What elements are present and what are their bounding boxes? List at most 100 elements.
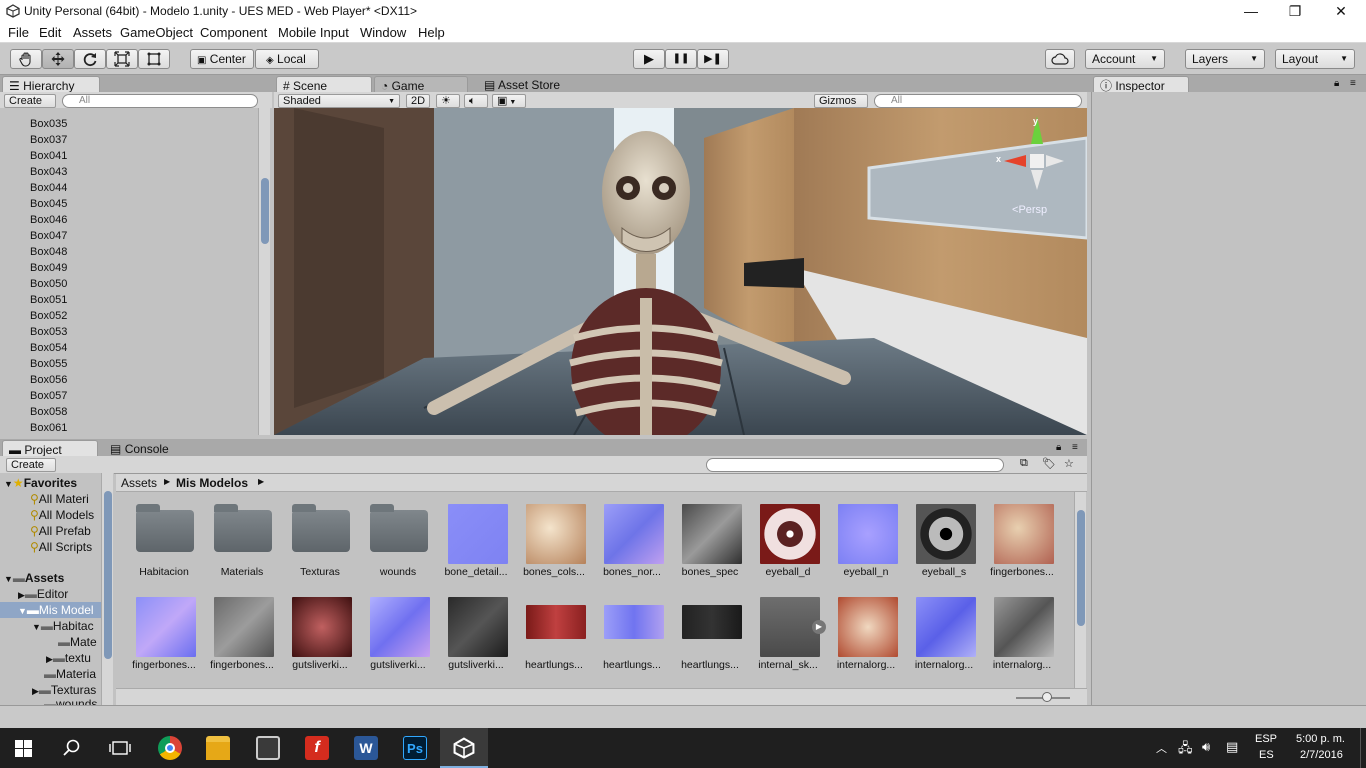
hierarchy-create-button[interactable]: Create ▼ xyxy=(4,94,56,119)
hierarchy-item[interactable]: Box044 xyxy=(30,182,67,194)
menu-gameobject[interactable]: GameObject xyxy=(120,25,193,40)
asset-texture[interactable]: heartlungs... xyxy=(598,587,664,677)
hierarchy-item[interactable]: Box048 xyxy=(30,246,67,258)
fav-all-materials[interactable]: ⚲All Materi xyxy=(30,492,89,506)
rect-tool-button[interactable] xyxy=(138,49,170,69)
hierarchy-item[interactable]: Box043 xyxy=(30,166,67,178)
effects-dropdown[interactable]: ▣ ▼ xyxy=(492,94,526,108)
play-preview-icon[interactable]: ▶ xyxy=(812,620,826,634)
hierarchy-search-input[interactable]: All xyxy=(62,94,258,108)
scene-viewport[interactable]: y x <Persp xyxy=(274,108,1087,435)
hand-tool-button[interactable] xyxy=(10,49,42,69)
asset-texture[interactable]: internalorg... xyxy=(832,587,898,677)
breadcrumb-mis-modelos[interactable]: Mis Modelos xyxy=(176,476,248,490)
asset-texture[interactable]: internalorg... xyxy=(988,587,1054,677)
clock-time[interactable]: 5:00 p. m. xyxy=(1296,733,1345,745)
fav-all-models[interactable]: ⚲All Models xyxy=(30,508,94,522)
asset-texture[interactable]: bones_spec xyxy=(676,494,742,584)
filter-label-icon[interactable]: 🏷︎ xyxy=(1042,457,1056,470)
draw-mode-dropdown[interactable]: Shaded ▼ xyxy=(278,94,400,108)
texturas-folder[interactable]: ▶▬Texturas xyxy=(32,683,96,697)
cloud-button[interactable] xyxy=(1045,49,1075,69)
hierarchy-item[interactable]: Box056 xyxy=(30,374,67,386)
hierarchy-item[interactable]: Box051 xyxy=(30,294,67,306)
windows-start-icon[interactable] xyxy=(15,740,32,757)
hierarchy-item[interactable]: Box054 xyxy=(30,342,67,354)
asset-folder[interactable]: Habitacion xyxy=(130,494,196,584)
step-button[interactable]: ▶❚ xyxy=(697,49,729,69)
fav-all-prefabs[interactable]: ⚲All Prefab xyxy=(30,524,91,538)
asset-texture[interactable]: heartlungs... xyxy=(676,587,742,677)
asset-texture[interactable]: heartlungs... xyxy=(520,587,586,677)
search-icon[interactable] xyxy=(63,739,81,757)
keyboard-layout[interactable]: ES xyxy=(1259,749,1274,761)
pause-button[interactable]: ❚❚ xyxy=(665,49,697,69)
asset-texture[interactable]: gutsliverki... xyxy=(286,587,352,677)
mis-modelos-folder[interactable]: ▼▬Mis Model xyxy=(18,603,94,617)
audio-toggle[interactable]: 🔈︎ xyxy=(464,94,488,108)
editor-folder[interactable]: ▶▬Editor xyxy=(18,587,68,601)
clock-date[interactable]: 2/7/2016 xyxy=(1300,749,1343,761)
menu-help[interactable]: Help xyxy=(418,25,445,40)
asset-texture[interactable]: fingerbones... xyxy=(208,587,274,677)
menu-window[interactable]: Window xyxy=(360,25,406,40)
asset-texture[interactable]: bone_detail... xyxy=(442,494,508,584)
favorites-node[interactable]: ▼★Favorites xyxy=(4,476,77,490)
project-create-button[interactable]: Create ▼ xyxy=(6,458,56,483)
asset-folder[interactable]: Texturas xyxy=(286,494,352,584)
menu-component[interactable]: Component xyxy=(200,25,267,40)
account-dropdown[interactable]: Account ▼ xyxy=(1085,49,1165,69)
chrome-icon[interactable] xyxy=(158,736,182,760)
assets-node[interactable]: ▼▬Assets xyxy=(4,571,64,585)
hierarchy-item[interactable]: Box058 xyxy=(30,406,67,418)
asset-texture[interactable]: bones_nor... xyxy=(598,494,664,584)
project-lock-icon[interactable]: 🔒︎ xyxy=(1056,442,1061,453)
hierarchy-item[interactable]: Box057 xyxy=(30,390,67,402)
hierarchy-item[interactable]: Box046 xyxy=(30,214,67,226)
menu-mobile-input[interactable]: Mobile Input xyxy=(278,25,349,40)
asset-texture[interactable]: internal_sk... xyxy=(754,587,820,677)
hierarchy-item[interactable]: Box052 xyxy=(30,310,67,322)
hierarchy-item[interactable]: Box050 xyxy=(30,278,67,290)
layers-dropdown[interactable]: Layers ▼ xyxy=(1185,49,1265,69)
asset-texture[interactable]: eyeball_s xyxy=(910,494,976,584)
input-language[interactable]: ESP xyxy=(1255,733,1277,745)
zoom-slider-handle[interactable] xyxy=(1042,692,1052,702)
mate-folder[interactable]: ▬Mate xyxy=(58,635,97,649)
asset-texture[interactable]: bones_cols... xyxy=(520,494,586,584)
menu-assets[interactable]: Assets xyxy=(73,25,112,40)
project-tree-scrollbar[interactable] xyxy=(101,473,113,705)
wounds-folder[interactable]: ▬wounds xyxy=(44,697,97,705)
hierarchy-item[interactable]: Box055 xyxy=(30,358,67,370)
hierarchy-item[interactable]: Box035 xyxy=(30,118,67,130)
file-explorer-icon[interactable] xyxy=(206,736,230,760)
asset-texture[interactable]: fingerbones... xyxy=(130,587,196,677)
flash-icon[interactable]: f xyxy=(305,736,329,760)
show-desktop-button[interactable] xyxy=(1360,728,1366,768)
hierarchy-item[interactable]: Box041 xyxy=(30,150,67,162)
asset-texture[interactable]: eyeball_d xyxy=(754,494,820,584)
asset-grid-scrollbar[interactable] xyxy=(1074,492,1086,688)
menu-edit[interactable]: Edit xyxy=(39,25,61,40)
unity-taskbar-item[interactable] xyxy=(440,728,488,768)
scale-tool-button[interactable] xyxy=(106,49,138,69)
word-icon[interactable]: W xyxy=(354,736,378,760)
panel-menu-icon[interactable]: ≡ xyxy=(1350,78,1356,89)
layout-dropdown[interactable]: Layout ▼ xyxy=(1275,49,1355,69)
volume-icon[interactable]: 🔊︎ xyxy=(1202,739,1210,755)
photoshop-icon[interactable]: Ps xyxy=(403,736,427,760)
hierarchy-scrollbar[interactable] xyxy=(258,108,270,435)
project-search-input[interactable] xyxy=(706,458,1004,472)
hierarchy-item[interactable]: Box045 xyxy=(30,198,67,210)
network-icon[interactable]: 🖧︎ xyxy=(1178,739,1193,761)
asset-texture[interactable]: gutsliverki... xyxy=(442,587,508,677)
lock-icon[interactable]: 🔒︎ xyxy=(1334,78,1339,89)
asset-folder[interactable]: Materials xyxy=(208,494,274,584)
hierarchy-item[interactable]: Box047 xyxy=(30,230,67,242)
breadcrumb-assets[interactable]: Assets xyxy=(121,476,157,490)
hierarchy-item[interactable]: Box061 xyxy=(30,422,67,434)
2d-toggle[interactable]: 2D xyxy=(406,94,430,108)
persp-label[interactable]: <Persp xyxy=(1012,204,1047,216)
asset-texture[interactable]: internalorg... xyxy=(910,587,976,677)
materials-folder[interactable]: ▬Materia xyxy=(44,667,96,681)
